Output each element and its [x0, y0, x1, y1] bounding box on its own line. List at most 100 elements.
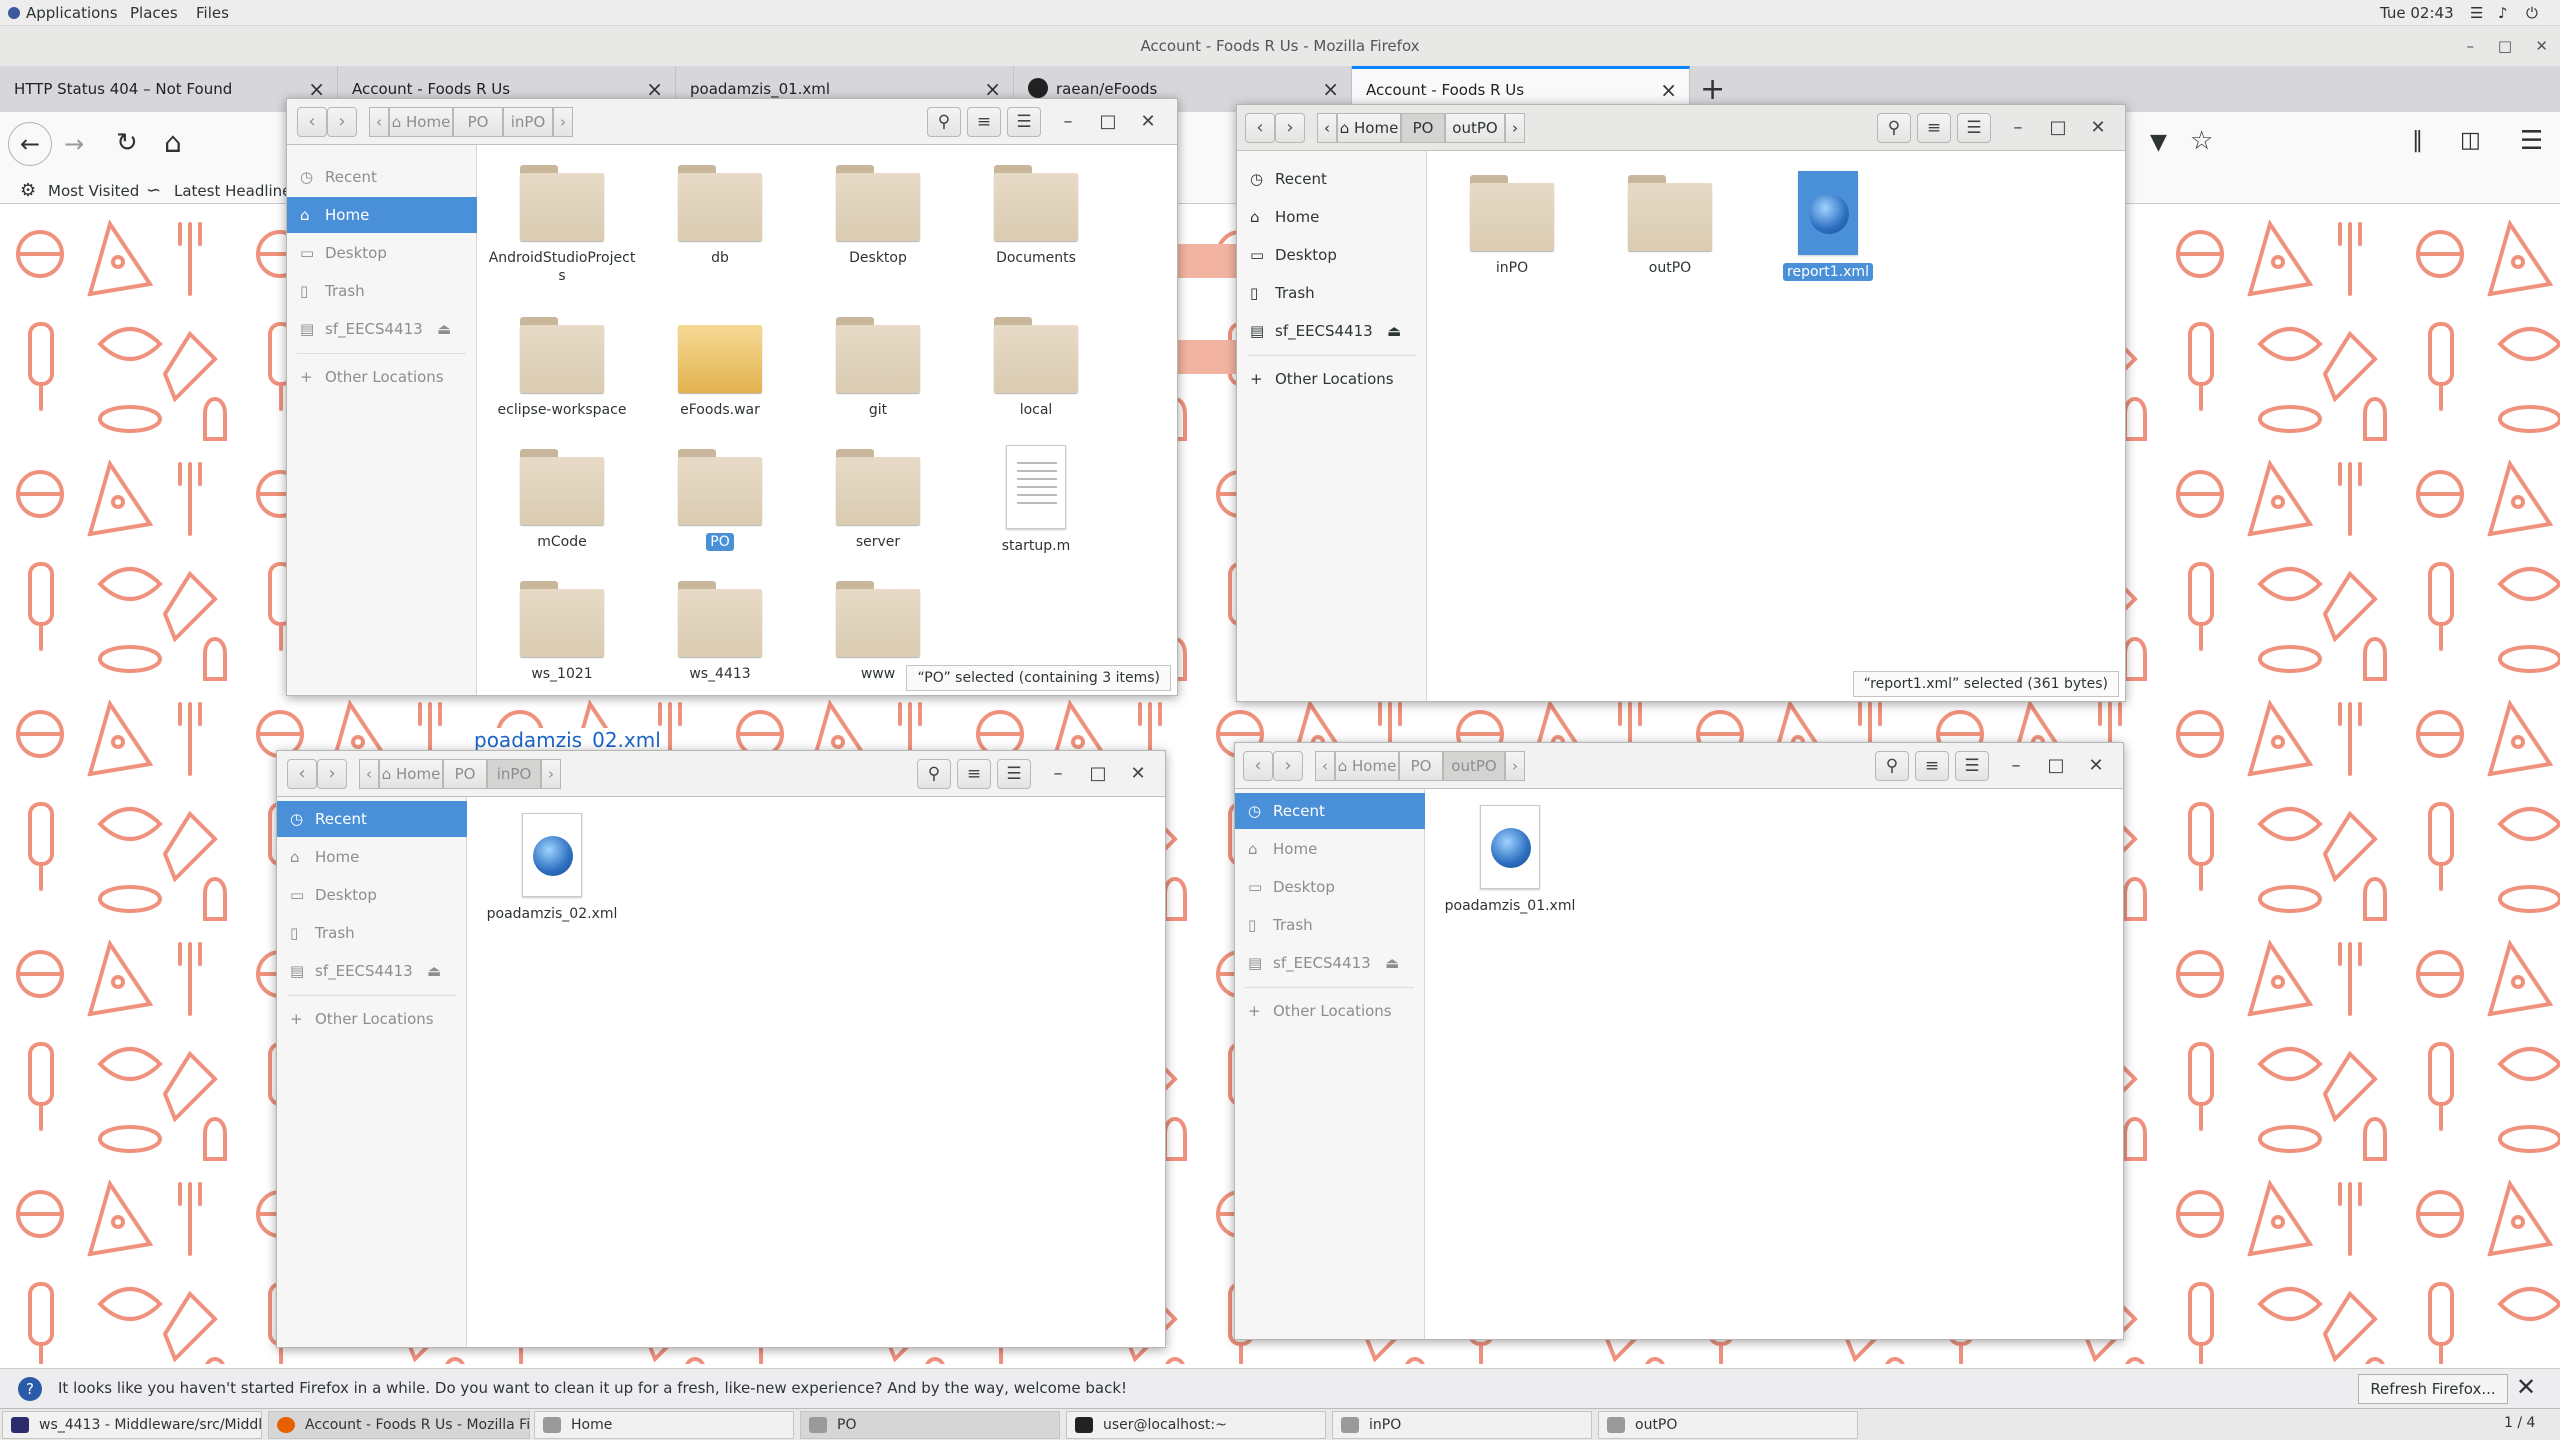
taskbar-item-home[interactable]: Home: [534, 1411, 794, 1439]
sidebar-item-desktop[interactable]: ▭ Desktop: [287, 235, 477, 271]
forward-button[interactable]: ›: [1275, 113, 1305, 143]
forward-button[interactable]: ›: [327, 107, 357, 137]
bookmark-star-icon[interactable]: ☆: [2190, 126, 2213, 156]
eject-icon[interactable]: ⏏: [1385, 945, 1399, 981]
close-icon[interactable]: ✕: [2516, 1373, 2536, 1401]
maximize-icon[interactable]: □: [2498, 26, 2512, 66]
applications-menu[interactable]: Applications: [8, 4, 118, 22]
view-toggle-button[interactable]: ≡: [967, 107, 1001, 137]
file-item-folder[interactable]: mCode: [487, 449, 637, 551]
file-item-archive[interactable]: eFoods.war: [645, 317, 795, 419]
maximize-icon[interactable]: □: [1097, 111, 1119, 132]
sidebar-item-drive[interactable]: ▤ sf_EECS4413 ⏏: [277, 953, 467, 989]
volume-icon[interactable]: ♪: [2498, 4, 2508, 22]
files-menu[interactable]: Files: [196, 4, 229, 22]
breadcrumb-scroll-right[interactable]: ›: [1505, 113, 1525, 143]
breadcrumb-po[interactable]: PO: [453, 107, 503, 137]
taskbar-item-outpo[interactable]: outPO: [1598, 1411, 1858, 1439]
close-icon[interactable]: ✕: [2087, 117, 2109, 138]
menu-button[interactable]: ☰: [1957, 113, 1991, 143]
minimize-icon[interactable]: –: [2005, 755, 2027, 776]
file-item-folder[interactable]: server: [803, 449, 953, 551]
sidebar-item-home[interactable]: ⌂ Home: [287, 197, 477, 233]
library-icon[interactable]: ‖: [2412, 128, 2423, 153]
file-item-folder[interactable]: inPO: [1437, 175, 1587, 277]
sidebar-item-desktop[interactable]: ▭ Desktop: [1235, 869, 1425, 905]
sidebar-item-desktop[interactable]: ▭ Desktop: [1237, 237, 1427, 273]
close-icon[interactable]: ✕: [2535, 26, 2548, 66]
taskbar-item-firefox[interactable]: Account - Foods R Us - Mozilla Firef...: [268, 1411, 530, 1439]
sidebar-item-drive[interactable]: ▤ sf_EECS4413 ⏏: [287, 311, 477, 347]
search-button[interactable]: ⚲: [1877, 113, 1911, 143]
taskbar-item-eclipse[interactable]: ws_4413 - Middleware/src/Middlew...: [2, 1411, 262, 1439]
pocket-icon[interactable]: ▼: [2150, 130, 2167, 155]
breadcrumb-scroll-left[interactable]: ‹: [369, 107, 389, 137]
file-item-xml-selected[interactable]: report1.xml: [1753, 171, 1903, 281]
breadcrumb-outpo[interactable]: outPO: [1445, 113, 1505, 143]
sidebar-item-trash[interactable]: ▯ Trash: [1235, 907, 1425, 943]
search-button[interactable]: ⚲: [1875, 751, 1909, 781]
file-item-folder[interactable]: git: [803, 317, 953, 419]
sidebar-item-trash[interactable]: ▯ Trash: [287, 273, 477, 309]
breadcrumb-inpo[interactable]: inPO: [503, 107, 553, 137]
maximize-icon[interactable]: □: [2047, 117, 2069, 138]
breadcrumb-scroll-right[interactable]: ›: [541, 759, 561, 789]
minimize-icon[interactable]: –: [1047, 763, 1069, 784]
sidebar-item-other-locations[interactable]: + Other Locations: [1237, 361, 1427, 397]
file-item-folder-selected[interactable]: PO: [645, 449, 795, 551]
breadcrumb-scroll-left[interactable]: ‹: [359, 759, 379, 789]
taskbar-item-terminal[interactable]: user@localhost:~: [1066, 1411, 1326, 1439]
forward-icon[interactable]: →: [64, 130, 84, 158]
sidebar-item-recent[interactable]: ◷ Recent: [1235, 793, 1425, 829]
sidebar-item-recent[interactable]: ◷ Recent: [277, 801, 467, 837]
sidebar-item-recent[interactable]: ◷ Recent: [1237, 161, 1427, 197]
workspace-indicator[interactable]: 1 / 4: [2504, 1415, 2535, 1431]
clock[interactable]: Tue 02:43: [2380, 4, 2454, 22]
sidebar-item-recent[interactable]: ◷ Recent: [287, 159, 477, 195]
maximize-icon[interactable]: □: [1087, 763, 1109, 784]
file-item-xml[interactable]: poadamzis_02.xml: [477, 813, 627, 923]
eject-icon[interactable]: ⏏: [1387, 313, 1401, 349]
breadcrumb-po[interactable]: PO: [1401, 113, 1445, 143]
menu-icon[interactable]: ☰: [2520, 126, 2543, 156]
reload-icon[interactable]: ↻: [116, 128, 138, 158]
breadcrumb-home[interactable]: ⌂ Home: [389, 107, 453, 137]
refresh-firefox-button[interactable]: Refresh Firefox...: [2358, 1374, 2508, 1404]
sidebar-item-home[interactable]: ⌂ Home: [1237, 199, 1427, 235]
menu-button[interactable]: ☰: [997, 759, 1031, 789]
sidebar-item-drive[interactable]: ▤ sf_EECS4413 ⏏: [1235, 945, 1425, 981]
back-button[interactable]: ‹: [287, 759, 317, 789]
minimize-icon[interactable]: –: [1057, 111, 1079, 132]
view-toggle-button[interactable]: ≡: [1917, 113, 1951, 143]
file-item-folder[interactable]: ws_1021: [487, 581, 637, 683]
breadcrumb-scroll-left[interactable]: ‹: [1317, 113, 1337, 143]
file-item-text[interactable]: startup.m: [961, 445, 1111, 555]
breadcrumb-scroll-right[interactable]: ›: [1505, 751, 1525, 781]
network-icon[interactable]: ☰: [2470, 4, 2483, 22]
sidebar-item-desktop[interactable]: ▭ Desktop: [277, 877, 467, 913]
sidebar-item-other-locations[interactable]: + Other Locations: [287, 359, 477, 395]
forward-button[interactable]: ›: [1273, 751, 1303, 781]
file-item-folder[interactable]: AndroidStudioProjects: [487, 165, 637, 285]
breadcrumb-scroll-left[interactable]: ‹: [1315, 751, 1335, 781]
back-button[interactable]: ‹: [1243, 751, 1273, 781]
minimize-icon[interactable]: –: [2467, 26, 2475, 66]
eject-icon[interactable]: ⏏: [437, 311, 451, 347]
power-icon[interactable]: ⏻: [2526, 4, 2538, 22]
file-item-folder[interactable]: Desktop: [803, 165, 953, 267]
file-item-folder[interactable]: Documents: [961, 165, 1111, 267]
eject-icon[interactable]: ⏏: [427, 953, 441, 989]
taskbar-item-po[interactable]: PO: [800, 1411, 1060, 1439]
back-button[interactable]: ‹: [297, 107, 327, 137]
bookmark-most-visited[interactable]: Most Visited: [48, 182, 139, 200]
taskbar-item-inpo[interactable]: inPO: [1332, 1411, 1592, 1439]
places-menu[interactable]: Places: [130, 4, 178, 22]
maximize-icon[interactable]: □: [2045, 755, 2067, 776]
sidebar-item-drive[interactable]: ▤ sf_EECS4413 ⏏: [1237, 313, 1427, 349]
breadcrumb-outpo[interactable]: outPO: [1443, 751, 1505, 781]
back-button[interactable]: ‹: [1245, 113, 1275, 143]
new-tab-icon[interactable]: +: [1700, 72, 1725, 107]
breadcrumb-po[interactable]: PO: [1399, 751, 1443, 781]
breadcrumb-scroll-right[interactable]: ›: [553, 107, 573, 137]
breadcrumb-home[interactable]: ⌂ Home: [379, 759, 443, 789]
